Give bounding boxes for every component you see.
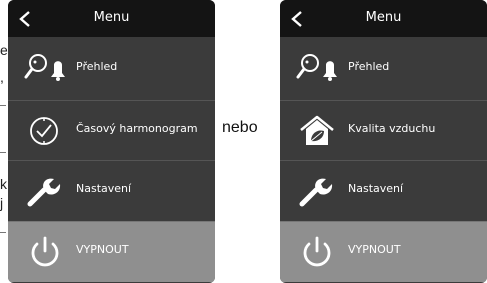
overview-bell-icon [24, 54, 65, 81]
menu-item-nastaveni[interactable]: Nastavení [8, 160, 215, 221]
connector-text: nebo [222, 119, 258, 136]
edge-divider [0, 232, 6, 233]
menu-item-label: Kvalita vzduchu [348, 122, 436, 135]
edge-divider [0, 152, 6, 153]
menu-header: Menu [280, 0, 487, 37]
edge-text-fragment: , [0, 69, 4, 85]
power-icon [303, 236, 331, 267]
menu-item-label: VYPNOUT [348, 243, 401, 256]
menu-item-nastaveni[interactable]: Nastavení [280, 160, 487, 221]
menu-item-label: Časový harmonogram [76, 122, 198, 135]
menu-title: Menu [93, 10, 130, 25]
edge-text-fragment: e [0, 42, 8, 58]
edge-divider [0, 105, 6, 106]
menu-item-label: Přehled [348, 60, 390, 73]
edge-text-fragment: k [0, 176, 7, 192]
clock-schedule-icon [30, 117, 58, 145]
edge-text-fragment: j [0, 195, 4, 211]
overview-bell-icon [296, 54, 337, 81]
menu-item-prehled[interactable]: Přehled [280, 39, 487, 99]
menu-item-label: VYPNOUT [76, 243, 129, 256]
menu-header: Menu [8, 0, 215, 37]
menu-panel-right: Menu Přehled Kvalita vzduchu Nastavení V… [280, 0, 487, 283]
menu-item-prehled[interactable]: Přehled [8, 39, 215, 99]
menu-item-casovy-harmonogram[interactable]: Časový harmonogram [8, 100, 215, 161]
menu-title: Menu [365, 10, 402, 25]
menu-item-label: Nastavení [76, 182, 132, 195]
menu-item-vypnout[interactable]: VYPNOUT [8, 221, 215, 282]
wrench-icon [299, 178, 333, 207]
menu-item-vypnout[interactable]: VYPNOUT [280, 221, 487, 282]
menu-item-label: Přehled [76, 60, 118, 73]
menu-item-kvalita-vzduchu[interactable]: Kvalita vzduchu [280, 100, 487, 161]
wrench-icon [27, 178, 61, 207]
menu-panel-left: Menu Přehled Časový harmonogram Nastaven… [8, 0, 215, 283]
menu-item-label: Nastavení [348, 182, 404, 195]
house-leaf-icon [300, 115, 334, 145]
power-icon [31, 236, 59, 267]
